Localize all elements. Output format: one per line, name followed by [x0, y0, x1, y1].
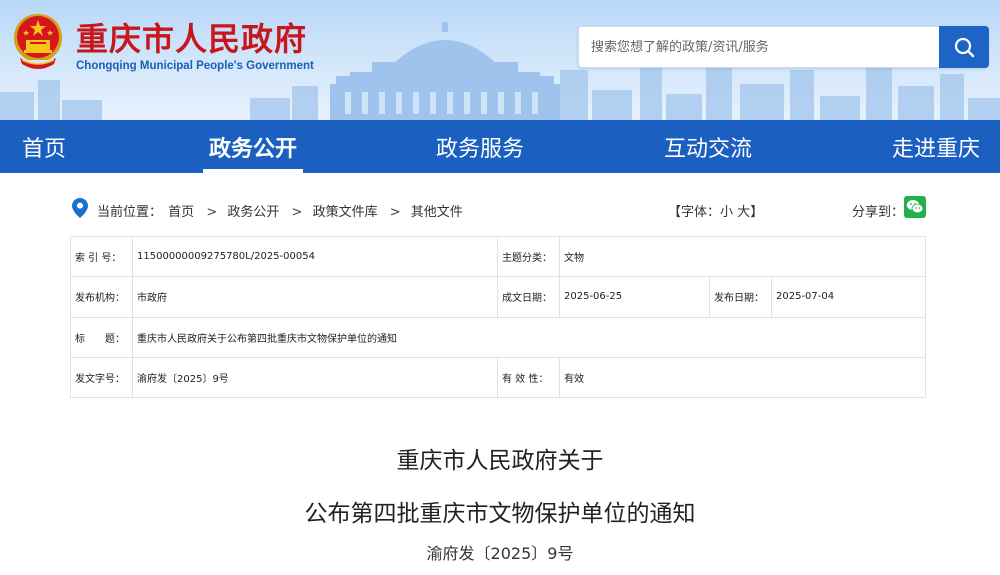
main-nav: 首页 政务公开 政务服务 互动交流 走进重庆: [0, 120, 1000, 173]
table-row: 索 引 号： 11500000009275780L/2025-00054 主题分…: [70, 235, 927, 278]
written-date-label: 成文日期：: [497, 276, 560, 318]
document-title-line-1: 重庆市人民政府关于: [396, 448, 604, 474]
index-number-label: 索 引 号：: [70, 235, 133, 278]
wechat-icon: [906, 200, 924, 214]
validity-value: 有效: [558, 356, 927, 399]
breadcrumb-separator: >: [389, 205, 401, 220]
written-date-value: 2025-06-25: [559, 276, 710, 318]
site-name-en: Chongqing Municipal People's Government: [76, 60, 314, 72]
wechat-share-icon[interactable]: [904, 196, 926, 218]
publish-date-value: 2025-07-04: [770, 276, 927, 318]
table-row: 发文字号： 渝府发〔2025〕9号 有 效 性： 有效: [70, 356, 927, 399]
document-number-value: 渝府发〔2025〕9号: [132, 356, 498, 399]
topic-category-label: 主题分类：: [497, 235, 560, 278]
publisher-value: 市政府: [132, 276, 498, 318]
breadcrumb-item-government-affairs[interactable]: 政务公开: [227, 205, 279, 220]
title-label: 标 题：: [70, 316, 133, 358]
breadcrumb-prefix: 当前位置：: [97, 205, 163, 220]
nav-item-government-affairs-disclosure[interactable]: 政务公开: [203, 120, 303, 173]
topic-category-value: 文物: [558, 235, 927, 278]
document-title-line-2: 公布第四批重庆市文物保护单位的通知: [304, 501, 696, 527]
font-size-control: 【字体：小 大】: [668, 201, 763, 220]
breadcrumb: 当前位置： 首页 > 政务公开 > 政策文件库 > 其他文件: [97, 201, 465, 220]
font-size-bracket: 】: [750, 205, 764, 220]
table-row: 发布机构： 市政府 成文日期： 2025-06-25 发布日期： 2025-07…: [70, 276, 927, 318]
font-size-large-button[interactable]: 大: [737, 205, 750, 220]
search-button[interactable]: [939, 26, 989, 68]
search-input[interactable]: [579, 27, 939, 67]
nav-item-home[interactable]: 首页: [0, 120, 88, 173]
nav-item-about-chongqing[interactable]: 走进重庆: [886, 120, 986, 173]
validity-label: 有 效 性：: [497, 356, 560, 399]
index-number-value: 11500000009275780L/2025-00054: [132, 235, 498, 278]
font-size-label: 【字体：: [668, 205, 721, 220]
publish-date-label: 发布日期：: [709, 276, 772, 318]
document-info-table: 索 引 号： 11500000009275780L/2025-00054 主题分…: [70, 235, 927, 399]
breadcrumb-separator: >: [206, 205, 218, 220]
search-box: [578, 26, 989, 68]
breadcrumb-separator: >: [291, 205, 303, 220]
breadcrumb-bar: 当前位置： 首页 > 政务公开 > 政策文件库 > 其他文件 【字体：小 大】 …: [0, 173, 1000, 235]
breadcrumb-item-other-files[interactable]: 其他文件: [411, 205, 463, 220]
site-header: 重庆市人民政府 Chongqing Municipal People's Gov…: [0, 0, 1000, 120]
nav-item-interaction[interactable]: 互动交流: [658, 120, 758, 173]
breadcrumb-item-home[interactable]: 首页: [168, 205, 194, 220]
site-name-cn: 重庆市人民政府: [76, 20, 308, 58]
document-number-label: 发文字号：: [70, 356, 133, 399]
national-emblem-icon: [14, 14, 62, 69]
search-icon: [954, 37, 975, 58]
nav-item-government-services[interactable]: 政务服务: [430, 120, 530, 173]
document-number: 渝府发〔2025〕9号: [426, 544, 574, 563]
share-label: 分享到：: [852, 205, 905, 220]
table-row: 标 题： 重庆市人民政府关于公布第四批重庆市文物保护单位的通知: [70, 316, 927, 358]
breadcrumb-item-policy-library[interactable]: 政策文件库: [313, 205, 378, 220]
publisher-label: 发布机构：: [70, 276, 133, 318]
font-size-small-button[interactable]: 小: [720, 205, 733, 220]
location-pin-icon: [72, 198, 88, 218]
title-value: 重庆市人民政府关于公布第四批重庆市文物保护单位的通知: [131, 316, 927, 358]
